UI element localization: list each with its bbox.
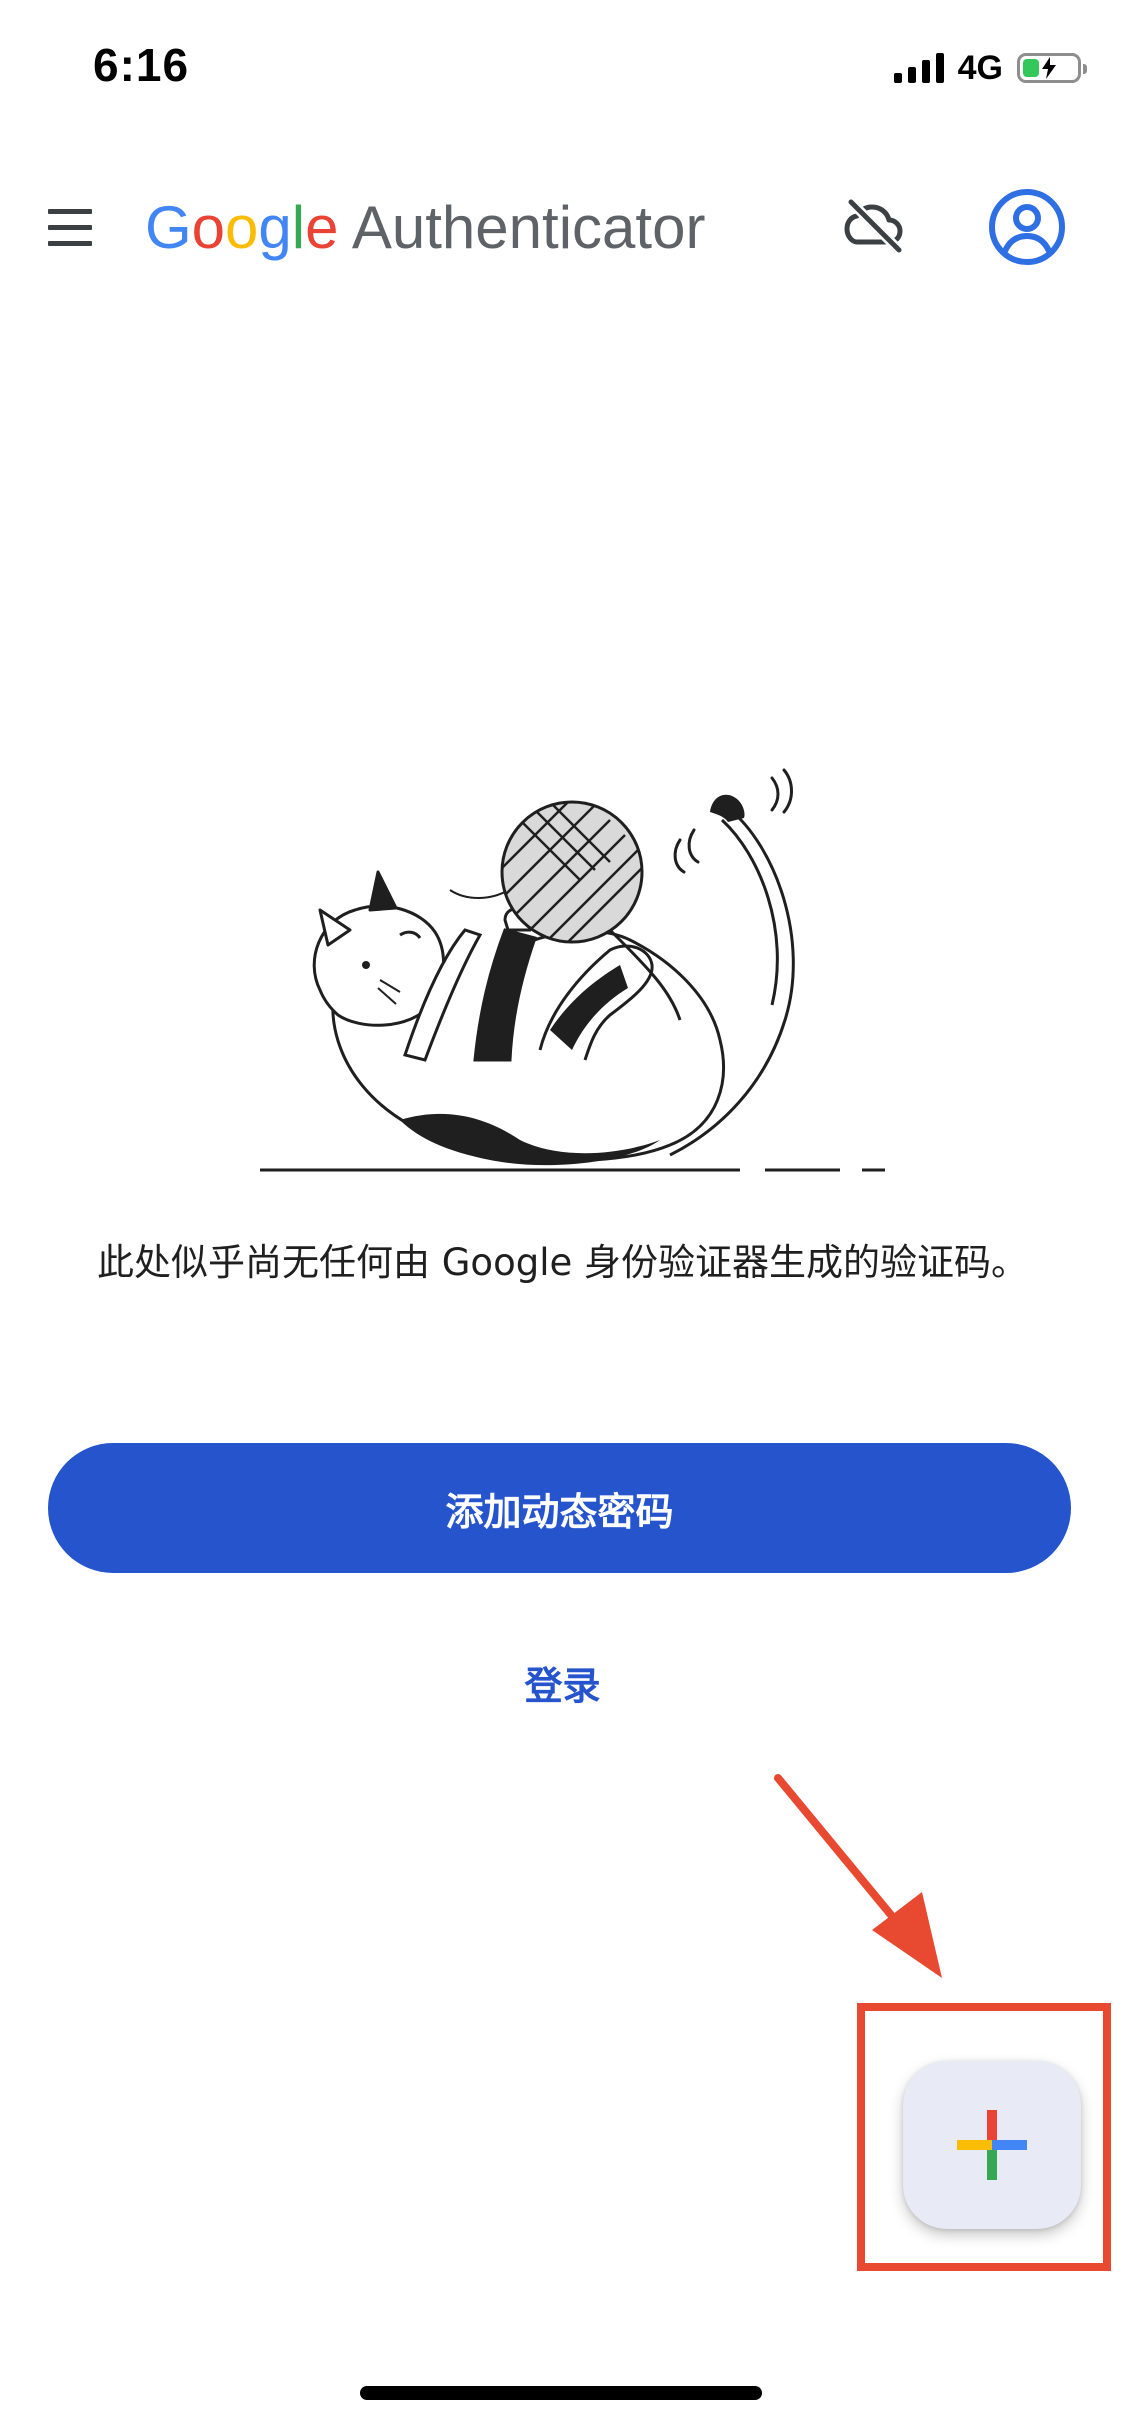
status-time: 6:16 <box>93 39 190 91</box>
app-title: Google Authenticator <box>145 190 705 266</box>
battery-icon <box>1017 53 1087 83</box>
cloud-off-icon[interactable] <box>843 198 905 254</box>
cat-with-yarn-illustration <box>260 768 885 1172</box>
home-indicator[interactable] <box>360 2386 762 2400</box>
brand-letter: l <box>291 194 306 261</box>
battery-level <box>1023 59 1039 77</box>
plus-icon <box>957 2110 1027 2180</box>
annotation-arrow-icon <box>774 1774 942 1978</box>
network-type: 4G <box>957 48 1003 87</box>
menu-icon[interactable] <box>46 205 94 251</box>
add-fab-button[interactable] <box>903 2061 1081 2229</box>
charging-bolt-icon <box>1042 57 1056 79</box>
brand-letter: e <box>305 194 339 261</box>
add-code-button[interactable]: 添加动态密码 <box>48 1443 1071 1573</box>
empty-state-message: 此处似乎尚无任何由 Google 身份验证器生成的验证码。 <box>97 1241 1028 1284</box>
cellular-signal-icon <box>893 53 944 83</box>
brand-letter: g <box>258 194 292 261</box>
brand-letter: G <box>145 194 192 261</box>
sign-in-link[interactable]: 登录 <box>0 1655 1125 1710</box>
account-circle-icon[interactable] <box>988 188 1066 266</box>
brand-letter: o <box>225 194 259 261</box>
brand-letter: o <box>191 194 226 261</box>
app-title-product: Authenticator <box>351 194 706 261</box>
status-indicators: 4G <box>893 46 1087 90</box>
